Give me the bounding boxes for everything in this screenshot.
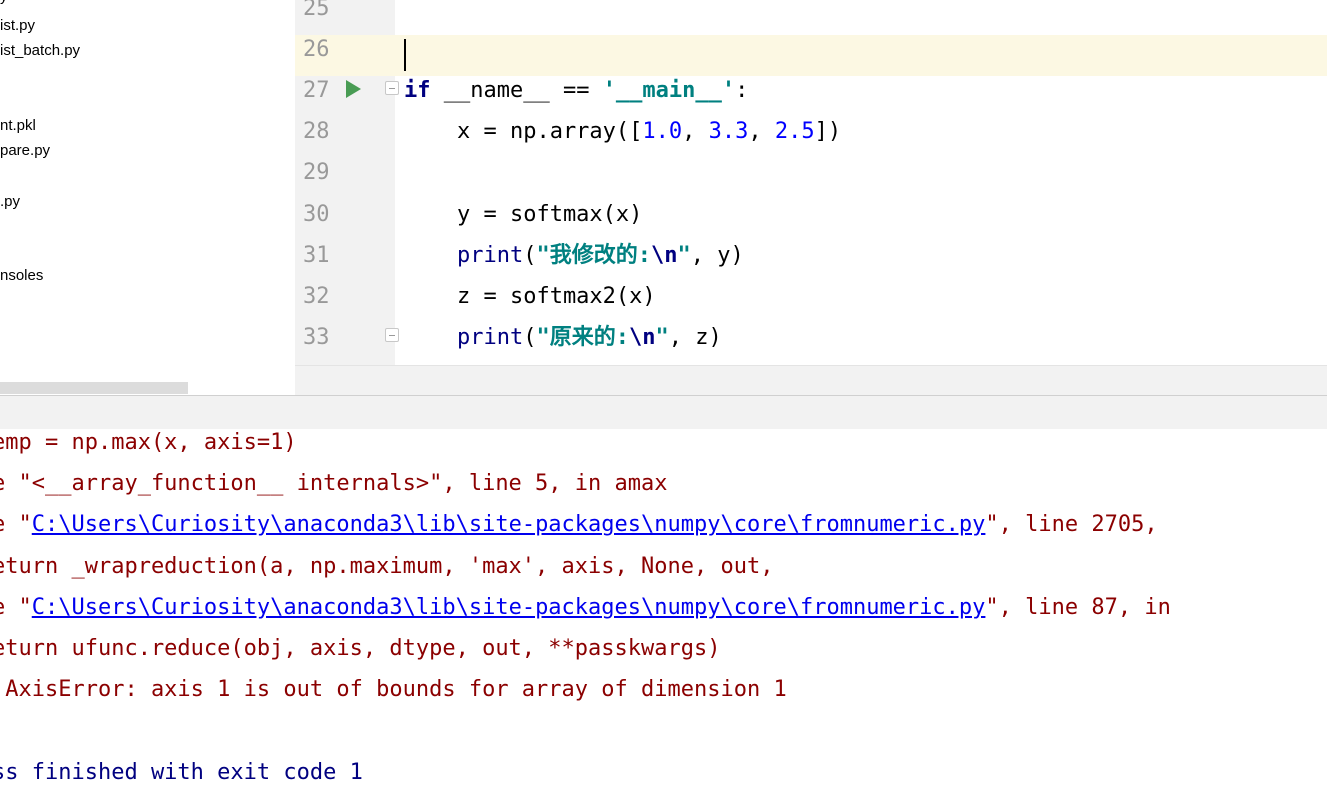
code-fragment: __name__ == <box>430 78 603 103</box>
code-fragment: ]) <box>814 119 842 144</box>
tree-item[interactable]: ist.py <box>0 15 35 37</box>
tree-item-scratches-consoles[interactable]: nsoles <box>0 265 43 287</box>
console-fragment: e " <box>0 595 32 620</box>
line-number: 33 <box>303 325 330 350</box>
console-line: e "<__array_function__ internals>", line… <box>0 471 668 496</box>
string-literal: " <box>677 243 691 268</box>
code-line[interactable]: 29 <box>295 158 1327 199</box>
run-console[interactable]: emp = np.max(x, axis=1) e "<__array_func… <box>0 429 1327 802</box>
text-caret <box>404 39 406 71</box>
line-number: 25 <box>303 0 330 21</box>
code-line[interactable]: 32 z = softmax2(x) <box>295 282 1327 323</box>
code-fragment <box>404 325 457 350</box>
line-number: 30 <box>303 202 330 227</box>
code-fragment: , z) <box>668 325 722 350</box>
console-fragment: ", line 2705, <box>985 512 1158 537</box>
code-line[interactable]: 33 print("原来的:\n", z) <box>295 323 1327 364</box>
code-text: x = np.array([1.0, 3.3, 2.5]) <box>404 117 841 146</box>
code-text: y = softmax(x) <box>404 202 643 227</box>
code-fragment: x = np.array([ <box>404 119 643 144</box>
run-icon[interactable] <box>346 80 361 98</box>
escape-sequence: \n <box>650 243 678 268</box>
console-error-line: .AxisError: axis 1 is out of bounds for … <box>0 677 787 702</box>
code-fragment <box>404 243 457 268</box>
code-fragment: , <box>748 119 775 144</box>
console-fragment: e " <box>0 512 32 537</box>
code-text: print("原来的:\n", z) <box>404 323 722 352</box>
console-line: e "C:\Users\Curiosity\anaconda3\lib\site… <box>0 594 1171 635</box>
code-text: if __name__ == '__main__': <box>404 76 748 105</box>
escape-sequence: \n <box>628 325 656 350</box>
code-fragment: , <box>682 119 709 144</box>
console-line: emp = np.max(x, axis=1) <box>0 430 297 455</box>
console-fragment: ", line 87, in <box>985 595 1171 620</box>
string-literal: "原来的: <box>536 325 629 350</box>
console-exit-line: ss finished with exit code 1 <box>0 760 363 785</box>
number-literal: 2.5 <box>774 119 815 144</box>
fold-icon[interactable] <box>385 81 399 95</box>
code-fragment: ( <box>523 243 537 268</box>
code-fragment: ( <box>523 325 537 350</box>
string-literal: "我修改的: <box>536 243 651 268</box>
console-line: eturn _wrapreduction(a, np.maximum, 'max… <box>0 554 774 579</box>
builtin-function: print <box>456 325 524 350</box>
line-number: 32 <box>303 284 330 309</box>
code-line[interactable]: 27 if __name__ == '__main__': <box>295 76 1327 117</box>
file-link[interactable]: C:\Users\Curiosity\anaconda3\lib\site-pa… <box>32 595 986 620</box>
number-literal: 3.3 <box>708 119 749 144</box>
fold-end-icon[interactable] <box>385 328 399 342</box>
tree-item[interactable]: nt.pkl <box>0 115 36 137</box>
keyword: if <box>404 78 431 103</box>
line-number: 31 <box>303 243 330 268</box>
code-text: print("我修改的:\n", y) <box>404 241 744 270</box>
project-tree: y ist.py ist_batch.py nt.pkl pare.py .py… <box>0 0 295 395</box>
tree-item[interactable]: y <box>0 0 8 8</box>
editor-breadcrumb-bar <box>295 365 1327 395</box>
line-number: 28 <box>303 119 330 144</box>
code-line[interactable]: 28 x = np.array([1.0, 3.3, 2.5]) <box>295 117 1327 158</box>
line-number: 27 <box>303 78 330 103</box>
code-fragment: , y) <box>690 243 744 268</box>
file-link[interactable]: C:\Users\Curiosity\anaconda3\lib\site-pa… <box>32 512 986 537</box>
line-number: 26 <box>303 37 330 62</box>
tree-item[interactable]: pare.py <box>0 140 50 162</box>
code-line[interactable]: 31 print("我修改的:\n", y) <box>295 241 1327 282</box>
line-number: 29 <box>303 160 330 185</box>
tree-item[interactable]: .py <box>0 191 20 213</box>
code-line[interactable]: 30 y = softmax(x) <box>295 200 1327 241</box>
tree-horizontal-scrollbar-thumb[interactable] <box>0 382 188 394</box>
number-literal: 1.0 <box>642 119 683 144</box>
code-text: z = softmax2(x) <box>404 284 656 309</box>
code-line-current[interactable]: 26 <box>295 35 1327 76</box>
builtin-function: print <box>456 243 524 268</box>
string-literal: '__main__' <box>602 78 736 103</box>
code-line[interactable]: 25 <box>295 0 1327 35</box>
run-console-header <box>0 395 1327 429</box>
tree-item[interactable]: ist_batch.py <box>0 40 80 62</box>
code-fragment: : <box>735 78 749 103</box>
string-literal: " <box>655 325 669 350</box>
console-line: eturn ufunc.reduce(obj, axis, dtype, out… <box>0 636 721 661</box>
console-line: e "C:\Users\Curiosity\anaconda3\lib\site… <box>0 511 1158 552</box>
